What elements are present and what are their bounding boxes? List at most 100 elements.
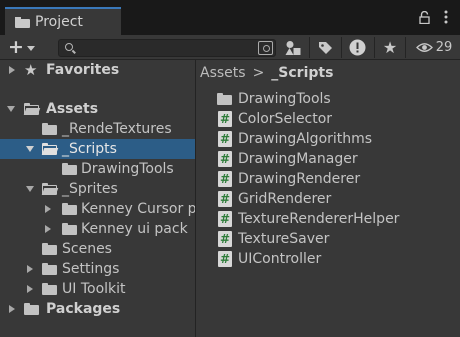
tree-item-favorites[interactable]: ★ Favorites — [0, 60, 195, 80]
file-item-script[interactable]: # DrawingRenderer — [196, 169, 460, 189]
lock-icon[interactable] — [419, 10, 430, 27]
tree-item[interactable]: Kenney Cursor p — [0, 199, 195, 219]
csharp-script-icon: # — [218, 171, 232, 187]
exclamation-icon — [349, 39, 365, 56]
expand-arrow-icon[interactable] — [45, 225, 51, 233]
tree-item[interactable]: Settings — [0, 259, 195, 279]
folder-icon — [42, 243, 57, 255]
tree-item-packages[interactable]: Packages — [0, 299, 195, 319]
tab-bar: Project — [0, 0, 460, 35]
breadcrumb-assets[interactable]: Assets — [200, 65, 246, 81]
file-label: DrawingRenderer — [238, 171, 361, 187]
search-input[interactable] — [77, 40, 247, 56]
tree-item-label: Packages — [46, 301, 121, 317]
folder-icon — [62, 223, 77, 235]
tree-item-label: Assets — [46, 101, 99, 117]
file-item-script[interactable]: # DrawingAlgorithms — [196, 129, 460, 149]
tree-item[interactable]: UI Toolkit — [0, 279, 195, 299]
tree-item[interactable]: DrawingTools — [0, 159, 195, 179]
file-label: DrawingManager — [238, 151, 358, 167]
folder-open-icon — [23, 103, 41, 115]
tree-item-label: _Sprites — [62, 181, 118, 197]
csharp-script-icon: # — [218, 211, 232, 227]
tree-item-label: _Scripts — [62, 141, 117, 157]
tree-item-label: Kenney ui pack — [81, 221, 188, 237]
collapse-arrow-icon[interactable] — [26, 186, 34, 192]
folder-icon — [62, 203, 77, 215]
kebab-menu-icon[interactable] — [444, 10, 448, 27]
expand-arrow-icon[interactable] — [27, 265, 33, 273]
star-icon: ★ — [382, 38, 398, 57]
file-item-script[interactable]: # ColorSelector — [196, 109, 460, 129]
tree-item-label: Scenes — [62, 241, 112, 257]
tree-item-label: Favorites — [46, 62, 120, 78]
file-label: TextureRendererHelper — [238, 211, 400, 227]
hidden-count: 29 — [435, 40, 453, 55]
tag-icon — [318, 41, 332, 54]
file-item-script[interactable]: # TextureSaver — [196, 229, 460, 249]
folder-icon — [24, 303, 39, 315]
create-button[interactable]: + — [8, 38, 44, 57]
tree-item-assets[interactable]: Assets — [0, 99, 195, 119]
folder-icon — [62, 163, 77, 175]
csharp-script-icon: # — [218, 151, 232, 167]
tree-item-label: DrawingTools — [81, 161, 174, 177]
folder-icon — [15, 16, 30, 28]
file-item-script[interactable]: # DrawingManager — [196, 149, 460, 169]
folder-icon — [42, 263, 57, 275]
folder-contents-panel: Assets > _Scripts DrawingTools # ColorSele… — [196, 60, 460, 337]
tree-item[interactable]: Kenney ui pack — [0, 219, 195, 239]
file-item-folder[interactable]: DrawingTools — [196, 89, 460, 109]
tree-item[interactable]: _Sprites — [0, 179, 195, 199]
collapse-arrow-icon[interactable] — [7, 106, 15, 112]
search-by-label-button[interactable] — [316, 38, 334, 57]
type-filter-icon — [285, 40, 300, 55]
plus-icon: + — [8, 36, 24, 58]
csharp-script-icon: # — [218, 111, 232, 127]
file-item-script[interactable]: # TextureRendererHelper — [196, 209, 460, 229]
eye-icon — [415, 43, 433, 52]
search-icon — [65, 43, 73, 51]
file-label: TextureSaver — [238, 231, 330, 247]
file-label: GridRenderer — [238, 191, 332, 207]
folder-open-icon — [41, 143, 59, 155]
file-item-script[interactable]: # UIController — [196, 249, 460, 269]
chevron-right-icon: > — [252, 65, 265, 81]
collapse-arrow-icon[interactable] — [26, 146, 34, 152]
search-field[interactable] — [58, 39, 276, 57]
favorites-button[interactable]: ★ — [381, 38, 399, 57]
csharp-script-icon: # — [218, 231, 232, 247]
folder-icon — [42, 123, 57, 135]
csharp-script-icon: # — [218, 251, 232, 267]
tree-item[interactable]: Scenes — [0, 239, 195, 259]
toolbar: + ★ 29 — [0, 35, 460, 60]
expand-arrow-icon[interactable] — [9, 305, 15, 313]
tree-item-label: UI Toolkit — [62, 281, 126, 297]
search-mode-icon[interactable] — [258, 41, 273, 55]
hidden-packages-toggle[interactable]: 29 — [411, 38, 457, 57]
chevron-down-icon — [26, 46, 35, 51]
csharp-script-icon: # — [218, 131, 232, 147]
folder-icon — [42, 283, 57, 295]
tab-project[interactable]: Project — [5, 7, 121, 35]
folder-icon — [217, 93, 232, 105]
log-filter-button[interactable] — [347, 38, 367, 57]
tree-item-label: Settings — [62, 261, 120, 277]
expand-arrow-icon[interactable] — [27, 285, 33, 293]
tab-title: Project — [35, 14, 83, 30]
file-label: DrawingAlgorithms — [238, 131, 373, 147]
tree-item-label: Kenney Cursor p — [81, 201, 195, 217]
tree-item-label: _RendeTextures — [62, 121, 172, 137]
tree-item[interactable]: _RendeTextures — [0, 119, 195, 139]
expand-arrow-icon[interactable] — [9, 66, 15, 74]
tree-item-selected[interactable]: _Scripts — [0, 139, 195, 159]
expand-arrow-icon[interactable] — [45, 205, 51, 213]
folder-open-icon — [41, 183, 59, 195]
search-by-type-button[interactable] — [284, 38, 302, 57]
breadcrumb-current[interactable]: _Scripts — [271, 65, 333, 81]
star-icon: ★ — [24, 61, 38, 79]
file-label: DrawingTools — [238, 91, 331, 107]
folder-tree-panel: ★ Favorites Assets _RendeTextures _Scrip… — [0, 60, 195, 337]
file-item-script[interactable]: # GridRenderer — [196, 189, 460, 209]
csharp-script-icon: # — [218, 191, 232, 207]
